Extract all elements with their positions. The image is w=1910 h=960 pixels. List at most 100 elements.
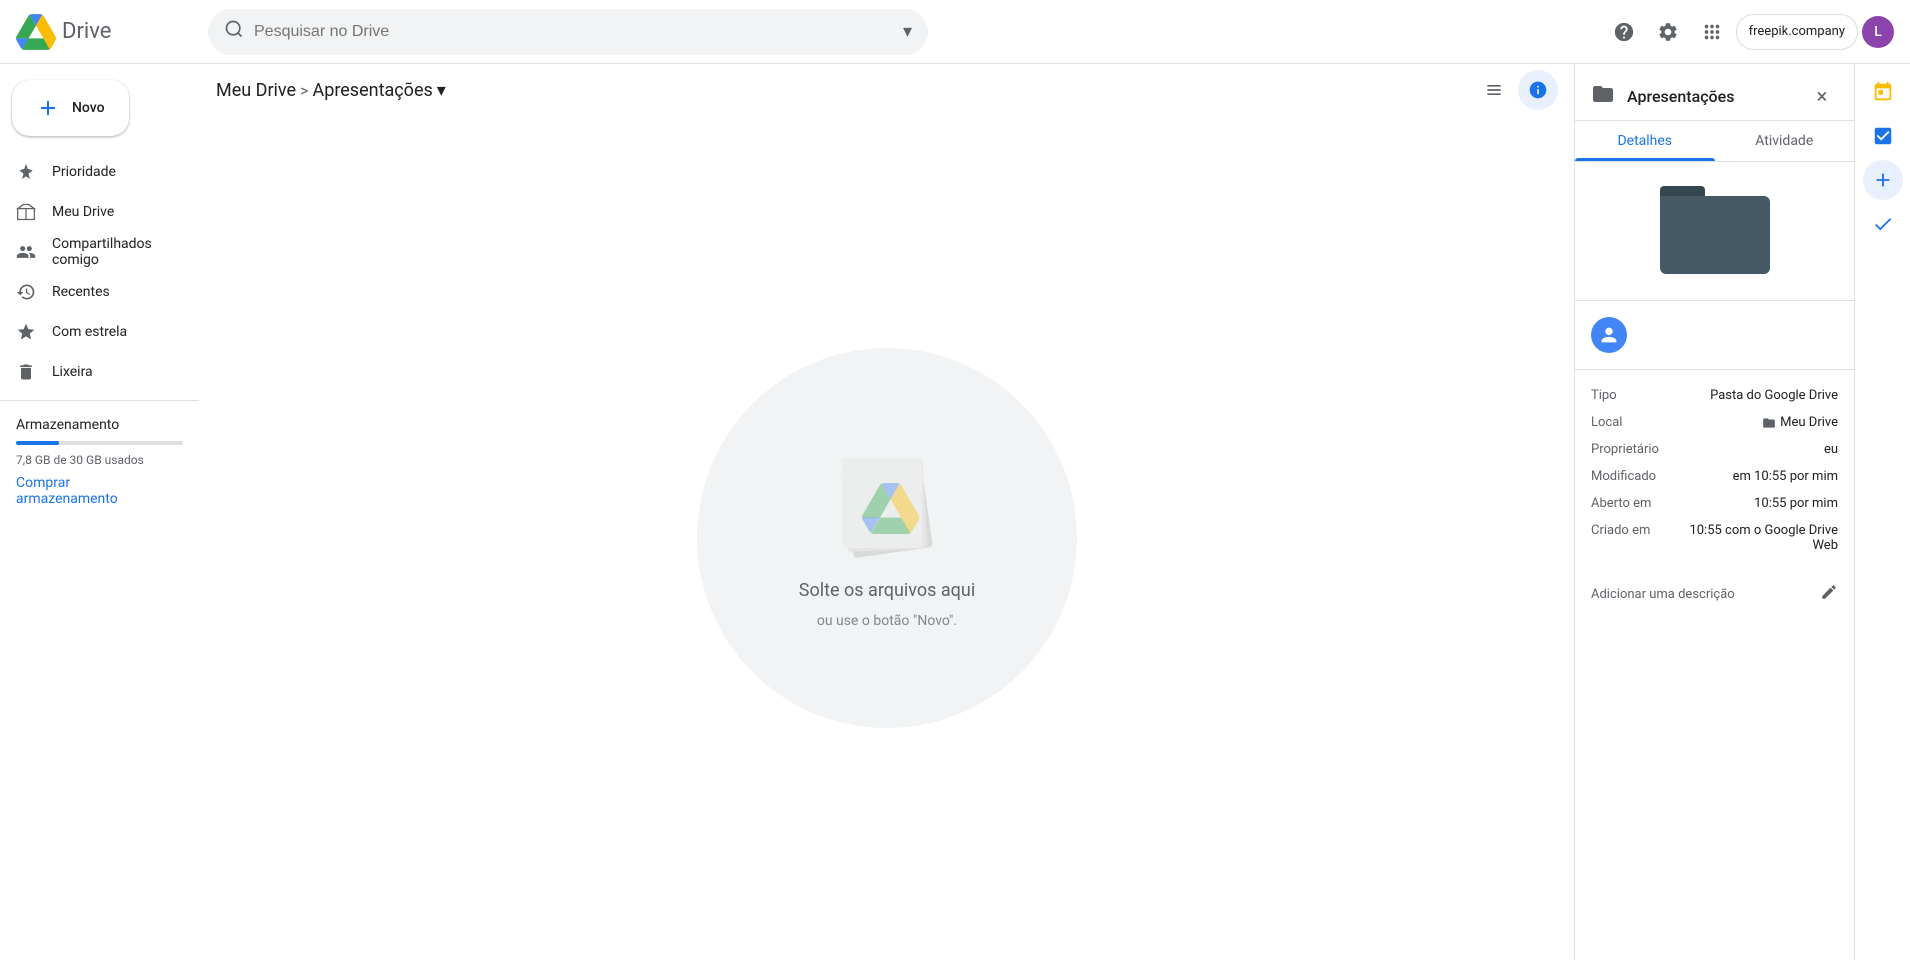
buy-storage-link[interactable]: Comprar armazenamento [16, 475, 183, 507]
freepik-label: freepik.company [1749, 24, 1845, 39]
calendar-icon-button[interactable] [1863, 72, 1903, 112]
storage-bar-fill [16, 441, 59, 445]
detail-panel: Apresentações × Detalhes Atividade [1574, 64, 1854, 960]
breadcrumb-dropdown-icon: ▾ [437, 80, 446, 101]
meta-row-modificado: Modificado em 10:55 por mim [1591, 463, 1838, 490]
logo-area: Drive [16, 12, 196, 52]
meta-aberto-val: 10:55 por mim [1681, 496, 1838, 511]
main-layout: Novo Prioridade Meu Drive Compart [0, 64, 1910, 960]
detail-close-button[interactable]: × [1806, 80, 1838, 112]
sidebar-item-mydrive[interactable]: Meu Drive [0, 192, 183, 232]
meta-row-aberto: Aberto em 10:55 por mim [1591, 490, 1838, 517]
check-icon-button[interactable] [1863, 204, 1903, 244]
help-button[interactable] [1604, 12, 1644, 52]
breadcrumb: Meu Drive > Apresentações ▾ [216, 80, 446, 101]
sidebar-item-mydrive-label: Meu Drive [52, 204, 114, 220]
trash-icon [16, 362, 36, 382]
breadcrumb-right [1474, 70, 1558, 110]
add-button[interactable] [1863, 160, 1903, 200]
meta-criado-key: Criado em [1591, 523, 1681, 553]
info-button[interactable] [1518, 70, 1558, 110]
new-plus-icon [36, 96, 60, 120]
storage-bar-background [16, 441, 183, 445]
sidebar-item-priority-label: Prioridade [52, 164, 116, 180]
star-icon [16, 322, 36, 342]
tab-activity[interactable]: Atividade [1715, 121, 1855, 161]
shared-icon [16, 242, 36, 262]
freepik-badge[interactable]: freepik.company [1736, 14, 1858, 50]
search-dropdown-icon[interactable]: ▾ [903, 21, 912, 42]
topbar-right: freepik.company L [1604, 12, 1894, 52]
meta-proprietario-val: eu [1681, 442, 1838, 457]
edit-description-button[interactable] [1820, 583, 1838, 606]
drop-zone-area: Solte os arquivos aqui ou use o botão "N… [200, 116, 1574, 960]
detail-header: Apresentações × [1575, 64, 1854, 121]
meta-row-criado: Criado em 10:55 com o Google Drive Web [1591, 517, 1838, 559]
meta-local-key: Local [1591, 415, 1681, 430]
storage-section: Armazenamento 7,8 GB de 30 GB usados Com… [0, 409, 199, 515]
sidebar: Novo Prioridade Meu Drive Compart [0, 64, 200, 960]
detail-description: Adicionar uma descrição [1575, 571, 1854, 618]
meta-local-val: Meu Drive [1681, 415, 1838, 430]
detail-panel-title: Apresentações [1627, 87, 1794, 106]
meta-tipo-val: Pasta do Google Drive [1681, 388, 1838, 403]
sidebar-item-recent-label: Recentes [52, 284, 110, 300]
list-view-button[interactable] [1474, 70, 1514, 110]
meta-proprietario-key: Proprietário [1591, 442, 1681, 457]
breadcrumb-root[interactable]: Meu Drive [216, 80, 296, 101]
content-area: Meu Drive > Apresentações ▾ [200, 64, 1574, 960]
breadcrumb-bar: Meu Drive > Apresentações ▾ [200, 64, 1574, 116]
sidebar-item-shared[interactable]: Compartilhados comigo [0, 232, 183, 272]
sidebar-item-starred[interactable]: Com estrela [0, 312, 183, 352]
drop-text-sub: ou use o botão "Novo". [817, 613, 957, 629]
search-bar[interactable]: ▾ [208, 9, 928, 55]
breadcrumb-current-label: Apresentações [312, 80, 432, 101]
drop-illustration [817, 448, 957, 568]
drive-logo-icon [16, 12, 56, 52]
drop-circle: Solte os arquivos aqui ou use o botão "N… [697, 348, 1077, 728]
new-button-label: Novo [72, 100, 105, 116]
breadcrumb-current[interactable]: Apresentações ▾ [312, 80, 445, 101]
search-icon [224, 19, 244, 44]
description-label: Adicionar uma descrição [1591, 587, 1735, 602]
drive-icon [16, 202, 36, 222]
owner-avatar [1591, 317, 1627, 353]
settings-button[interactable] [1648, 12, 1688, 52]
meta-row-tipo: Tipo Pasta do Google Drive [1591, 382, 1838, 409]
meta-tipo-key: Tipo [1591, 388, 1681, 403]
right-edge-panel [1854, 64, 1910, 960]
priority-icon [16, 162, 36, 182]
meta-modificado-key: Modificado [1591, 469, 1681, 484]
apps-button[interactable] [1692, 12, 1732, 52]
folder-preview-graphic [1660, 186, 1770, 276]
drop-text-main: Solte os arquivos aqui [799, 580, 975, 601]
topbar: Drive ▾ freepik.company L [0, 0, 1910, 64]
detail-folder-icon [1591, 82, 1615, 111]
new-button[interactable]: Novo [12, 80, 129, 136]
tasks-icon-button[interactable] [1863, 116, 1903, 156]
detail-tabs: Detalhes Atividade [1575, 121, 1854, 162]
user-avatar[interactable]: L [1862, 16, 1894, 48]
location-folder-icon [1762, 416, 1776, 430]
detail-meta: Tipo Pasta do Google Drive Local Meu Dri… [1575, 370, 1854, 571]
sidebar-item-priority[interactable]: Prioridade [0, 152, 183, 192]
detail-folder-preview [1575, 162, 1854, 301]
meta-modificado-val: em 10:55 por mim [1681, 469, 1838, 484]
storage-label: Armazenamento [16, 417, 183, 433]
meta-criado-val: 10:55 com o Google Drive Web [1681, 523, 1838, 553]
detail-owner-row [1575, 301, 1854, 370]
tab-details[interactable]: Detalhes [1575, 121, 1715, 161]
app-title: Drive [62, 19, 111, 44]
sidebar-item-starred-label: Com estrela [52, 324, 127, 340]
sidebar-divider [0, 400, 199, 401]
sidebar-item-shared-label: Compartilhados comigo [52, 236, 171, 268]
meta-aberto-key: Aberto em [1591, 496, 1681, 511]
sidebar-item-trash[interactable]: Lixeira [0, 352, 183, 392]
meta-row-local: Local Meu Drive [1591, 409, 1838, 436]
sidebar-item-trash-label: Lixeira [52, 364, 93, 380]
breadcrumb-separator: > [300, 81, 308, 100]
search-input[interactable] [254, 23, 893, 41]
recent-icon [16, 282, 36, 302]
sidebar-item-recent[interactable]: Recentes [0, 272, 183, 312]
meta-row-proprietario: Proprietário eu [1591, 436, 1838, 463]
